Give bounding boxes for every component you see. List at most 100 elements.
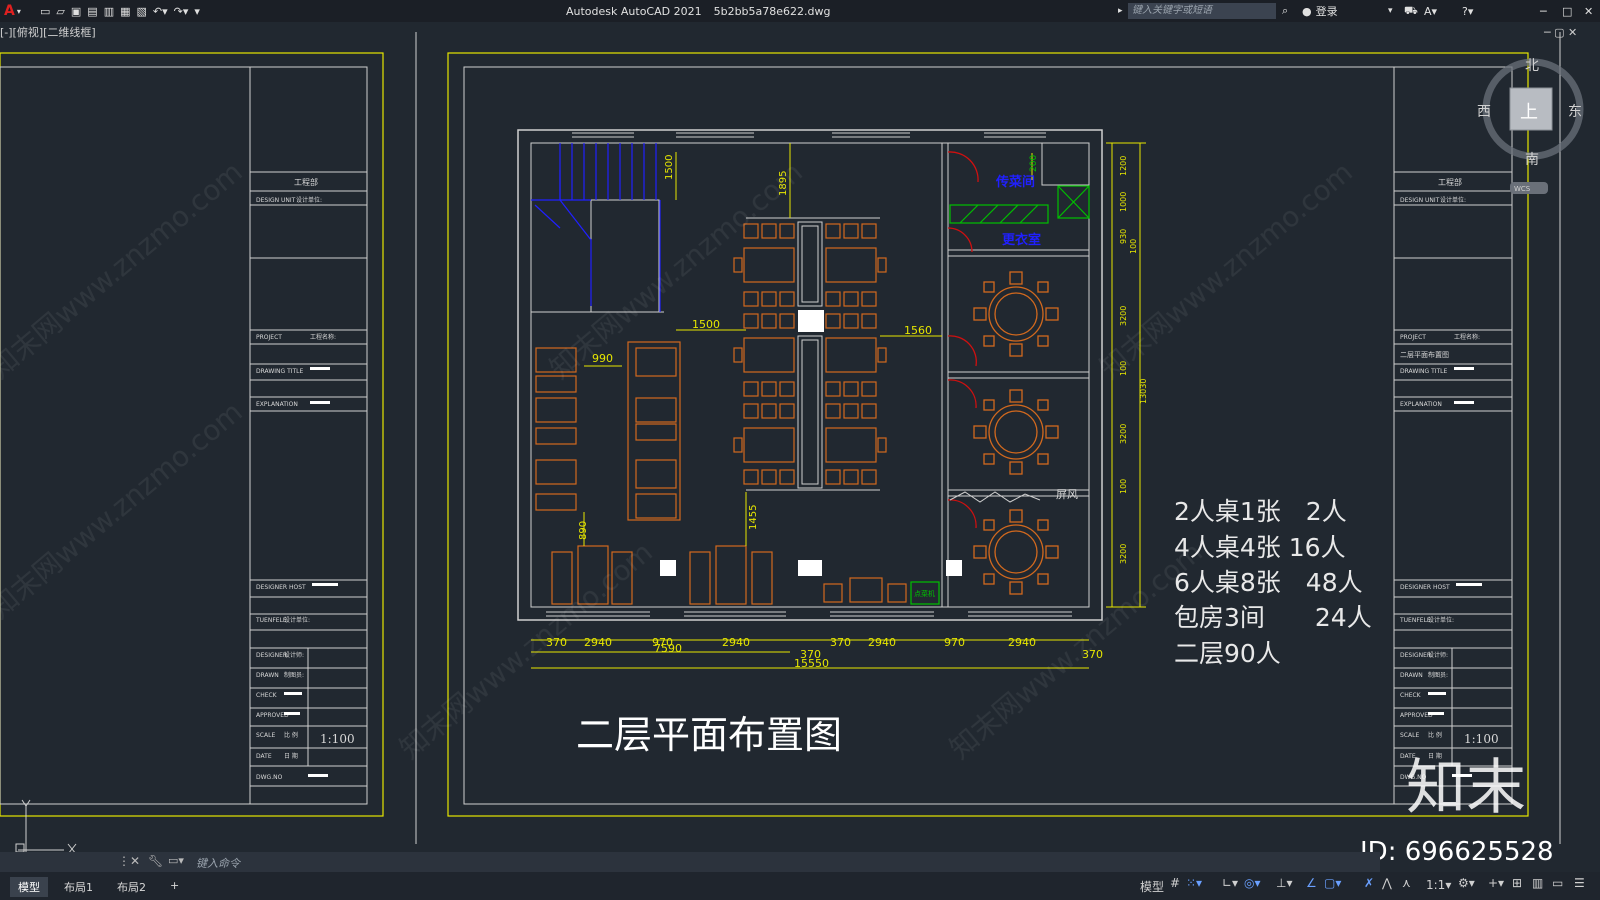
close-button[interactable]: ✕	[1584, 3, 1593, 19]
round-tables	[973, 271, 1059, 595]
search-expand-icon[interactable]: ▸	[1118, 3, 1123, 19]
dim-i5: 890	[578, 521, 589, 540]
annotation-scale-icon[interactable]: ⋏	[1402, 876, 1411, 890]
svg-text:知末网www.znzmo.com: 知末网www.znzmo.com	[0, 155, 249, 385]
polar-icon[interactable]: ◎▾	[1244, 876, 1261, 890]
command-history-icon[interactable]: ▭▾	[168, 854, 184, 867]
workspace-gear-icon[interactable]: ⚙▾	[1458, 876, 1475, 890]
tb-designer-cn: 设计师:	[284, 651, 304, 659]
tab-layout2[interactable]: 布局2	[109, 877, 154, 897]
rtb-drawn: DRAWN	[1400, 672, 1423, 679]
model-space-button[interactable]: 模型	[1140, 878, 1164, 895]
close-command-icon[interactable]: ⋮✕	[118, 854, 140, 868]
tab-model[interactable]: 模型	[10, 877, 48, 897]
auto-scale-icon[interactable]: ⋀	[1382, 876, 1392, 890]
tb-scale: SCALE	[256, 732, 275, 739]
command-line: ⋮✕ 🔧︎ ▭▾ 键入命令	[0, 852, 1380, 872]
dim-total-width: 15550	[794, 657, 829, 670]
screen-partition	[949, 491, 1041, 503]
viewport-label[interactable]: [-][俯视][二维线框]	[0, 24, 96, 40]
login-button[interactable]: ● 登录	[1302, 3, 1338, 19]
object-snap-icon[interactable]: ▢▾	[1324, 876, 1341, 890]
tb-company: 工程部	[294, 177, 318, 187]
search-input[interactable]: 键入关键字或短语	[1128, 3, 1276, 19]
tb-project: PROJECT	[256, 334, 282, 341]
annotation-visibility-icon[interactable]: ✗	[1364, 876, 1374, 890]
svg-text:知末网www.znzmo.com: 知末网www.znzmo.com	[0, 395, 249, 625]
autodesk-a360-icon[interactable]: A▾	[1424, 3, 1437, 19]
dim-b1: 2940	[584, 636, 612, 649]
plot-preview-icon[interactable]: ▦	[120, 5, 130, 18]
snap-icon[interactable]: ⁙▾	[1186, 876, 1202, 890]
tab-layout1[interactable]: 布局1	[56, 877, 101, 897]
cart-icon[interactable]: ⛟	[1404, 3, 1418, 19]
central-counter	[797, 221, 823, 489]
viewcube[interactable]: 上 北 南 东 西 WCS	[1477, 58, 1584, 194]
round-chairs-1	[973, 271, 1059, 357]
dim-b4: 370	[830, 636, 851, 649]
new-file-icon[interactable]: ▭	[40, 5, 50, 18]
print-icon[interactable]: ▧	[137, 5, 147, 18]
dim-b5: 2940	[868, 636, 896, 649]
viewcube-north: 北	[1525, 58, 1539, 74]
maximize-button[interactable]: □	[1562, 3, 1572, 19]
command-input[interactable]: 键入命令	[196, 855, 240, 871]
isolate-objects-icon[interactable]: ⊞	[1512, 876, 1522, 890]
rtb-scale-value: 1:100	[1464, 732, 1499, 746]
tb-explanation: EXPLANATION	[256, 401, 298, 408]
minimize-button[interactable]: ─	[1540, 3, 1547, 19]
customize-wrench-icon[interactable]: 🔧︎	[148, 854, 163, 868]
add-layout-icon[interactable]: +	[162, 877, 187, 897]
watermark-id: ID: 696625528	[1360, 837, 1554, 867]
dim-r7: 100	[1119, 479, 1128, 494]
open-file-icon[interactable]: ▱	[56, 5, 64, 18]
tb-drawn: DRAWN	[256, 672, 279, 679]
undo-icon[interactable]: ↶▾	[153, 5, 168, 18]
ucs-icon	[15, 799, 77, 856]
login-dropdown-icon[interactable]: ▾	[1388, 3, 1393, 19]
locker-shelves	[910, 185, 1090, 605]
rtb-tuenfele-cn: 设计单位:	[1428, 616, 1454, 624]
grid-icon[interactable]: #	[1170, 876, 1180, 890]
save-icon[interactable]: ▣	[71, 5, 81, 18]
dim-r0: 1200	[1119, 156, 1128, 176]
isodraft-icon[interactable]: ⊥▾	[1276, 876, 1292, 890]
cad-drawing: 工程部 DESIGN UNIT 设计单位: PROJECT 工程名称: DRAW…	[0, 32, 1584, 867]
locker-room-label: 更衣室	[1002, 232, 1041, 248]
tb-drawing-title: DRAWING TITLE	[256, 368, 304, 375]
dim-r3: 100	[1129, 239, 1138, 254]
clean-screen-icon[interactable]: ▭	[1552, 876, 1563, 890]
rtb-drawn-cn: 制图员:	[1428, 671, 1448, 679]
left-tb-bars	[284, 367, 338, 777]
seating-stats: 2人桌1张 2人 4人桌4张 16人 6人桌8张 48人 包房3间 24人 二层…	[1174, 497, 1372, 668]
publish-icon[interactable]: ▥	[104, 5, 114, 18]
autocad-logo-icon[interactable]: A ▾	[4, 3, 21, 19]
search-icon[interactable]: ⌕	[1282, 3, 1288, 19]
status-bar: 模型 布局1 布局2 + 模型 # ⁙▾ ∟▾ ◎▾ ⊥▾ ∠ ▢▾ ✗ ⋀ ⋏…	[0, 872, 1600, 900]
svg-text:知末网www.znzmo.com: 知末网www.znzmo.com	[1093, 155, 1358, 385]
tb-project-cn: 工程名称:	[310, 333, 336, 341]
redo-icon[interactable]: ↷▾	[174, 5, 189, 18]
help-icon[interactable]: ?▾	[1462, 3, 1473, 19]
ortho-icon[interactable]: ∟▾	[1222, 876, 1238, 890]
save-as-icon[interactable]: ▤	[87, 5, 97, 18]
dim-total-height: 13030	[1139, 379, 1148, 404]
rtb-drawing-title-value: 二层平面布置图	[1400, 350, 1449, 359]
dim-r1: 1000	[1119, 192, 1128, 212]
tb-design-unit-cn: 设计单位:	[296, 196, 322, 204]
customize-menu-icon[interactable]: ▾	[194, 5, 200, 18]
scale-dropdown[interactable]: 1:1▾	[1426, 878, 1451, 892]
layout-tabs: 模型 布局1 布局2 +	[10, 877, 195, 897]
hardware-accel-icon[interactable]: ▥	[1532, 876, 1543, 890]
drawing-canvas[interactable]: 工程部 DESIGN UNIT 设计单位: PROJECT 工程名称: DRAW…	[0, 22, 1600, 867]
dim-i4: 1560	[904, 324, 932, 337]
viewport-restore-icon[interactable]: ─ ▢ ✕	[1544, 26, 1577, 39]
viewcube-south: 南	[1525, 152, 1539, 168]
doors	[947, 151, 979, 529]
svg-text:知末网www.znzmo.com: 知末网www.znzmo.com	[943, 535, 1208, 765]
add-scale-icon[interactable]: +▾	[1488, 876, 1504, 890]
tb-tuenfele-cn: 设计单位:	[284, 616, 310, 624]
object-snap-tracking-icon[interactable]: ∠	[1306, 876, 1317, 890]
tb-scale-cn: 比 例	[284, 731, 298, 739]
customization-menu-icon[interactable]: ☰	[1574, 876, 1585, 890]
